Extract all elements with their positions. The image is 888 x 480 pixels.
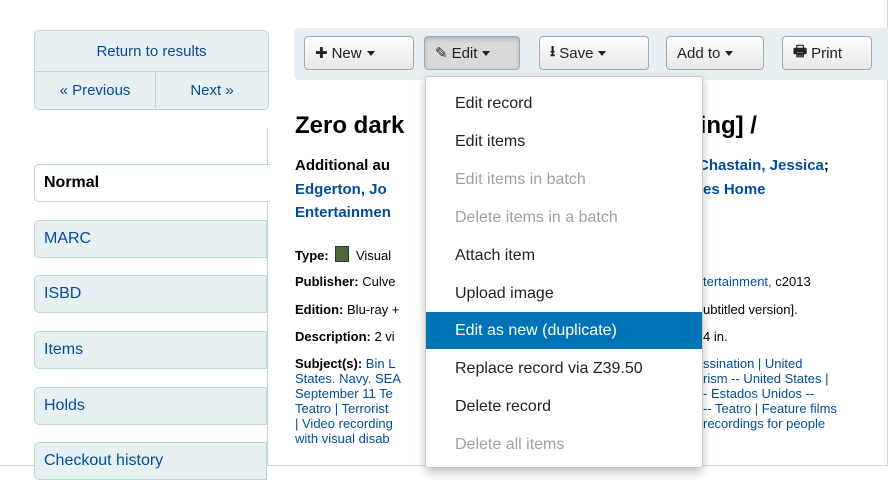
subjects-label: Subject(s): — [295, 356, 363, 371]
edition-row: Edition: Blu-ray + — [295, 302, 399, 317]
menu-item-delete-items-in-batch: Delete items in a batch — [455, 208, 618, 226]
add-to-button-label: Add to — [677, 44, 721, 62]
edition-tail: ubtitled version]. — [703, 302, 798, 317]
tab-holds[interactable]: Holds — [34, 387, 267, 425]
add-to-button[interactable]: Add to — [666, 36, 764, 70]
edit-dropdown-menu: Edit record Edit items Edit items in bat… — [425, 76, 703, 468]
chevron-down-icon — [598, 50, 607, 56]
tab-normal[interactable]: Normal — [34, 164, 270, 202]
subject-link[interactable]: Bin L — [366, 356, 396, 371]
publisher-link-entertainment[interactable]: Entertainmen — [295, 204, 391, 221]
subjects-row-1: Subject(s): Bin L — [295, 356, 395, 371]
publisher-row: Publisher: Culve — [295, 274, 395, 289]
record-toolbar: ✚ New ✎ Edit ⭳ Save Add to 🖶 Print — [294, 28, 888, 80]
edition-label: Edition: — [295, 302, 344, 317]
subject-link[interactable]: rism -- United States | — [703, 371, 828, 386]
type-value: Visual — [355, 248, 392, 263]
film-icon — [335, 246, 350, 262]
subject-link[interactable]: ssination | United — [703, 356, 803, 371]
results-nav: Return to results « Previous Next » — [34, 30, 269, 110]
publisher-year: c2013 — [775, 274, 811, 289]
subject-link[interactable]: September 11 Te — [295, 386, 393, 401]
publisher-label: Publisher: — [295, 274, 359, 289]
menu-item-edit-as-new[interactable]: Edit as new (duplicate) — [426, 312, 702, 349]
next-link[interactable]: Next » — [156, 72, 268, 108]
description-row: Description: 2 vi — [295, 329, 395, 344]
tab-isbd[interactable]: ISBD — [34, 275, 267, 313]
subject-link[interactable]: - Estados Unidos -- — [703, 386, 814, 401]
author-link-edgerton[interactable]: Edgerton, Jo — [295, 181, 387, 198]
subject-link[interactable]: Teatro | Terrorist — [295, 401, 388, 416]
edit-button[interactable]: ✎ Edit — [424, 36, 520, 70]
chevron-down-icon — [725, 50, 734, 56]
additional-authors-label: Additional au — [295, 157, 390, 174]
menu-item-edit-items-in-batch: Edit items in batch — [455, 170, 586, 188]
menu-item-edit-items[interactable]: Edit items — [426, 123, 702, 160]
menu-item-delete-record[interactable]: Delete record — [426, 388, 702, 425]
type-row: Type: Visual — [295, 246, 391, 263]
author-link-chastain[interactable]: Chastain, Jessica — [698, 157, 824, 174]
print-button-label: Print — [811, 44, 843, 62]
print-button[interactable]: 🖶 Print — [782, 36, 872, 70]
author-line: Chastain, Jessica; — [698, 157, 829, 174]
subject-link[interactable]: recordings for people — [703, 416, 825, 431]
menu-item-delete-all-items: Delete all items — [455, 435, 565, 453]
description-value: 2 vi — [374, 329, 395, 344]
tab-checkout-history[interactable]: Checkout history — [34, 442, 267, 480]
chevron-down-icon — [482, 50, 491, 56]
save-button[interactable]: ⭳ Save — [539, 36, 649, 70]
save-button-label: Save — [559, 44, 594, 62]
menu-item-upload-image[interactable]: Upload image — [426, 275, 702, 312]
subject-link[interactable]: States. Navy. SEA — [295, 371, 401, 386]
menu-item-edit-record[interactable]: Edit record — [426, 85, 702, 122]
chevron-down-icon — [366, 50, 375, 56]
plus-icon: ✚ — [315, 45, 328, 62]
tab-marc[interactable]: MARC — [34, 220, 267, 258]
type-label: Type: — [295, 248, 329, 263]
publisher-tail: tertainment, c2013 — [703, 274, 811, 289]
new-button[interactable]: ✚ New — [304, 36, 414, 70]
record-title-left: Zero dark — [295, 112, 405, 139]
menu-item-replace-record-z3950[interactable]: Replace record via Z39.50 — [426, 350, 702, 387]
publisher-value: Culve — [362, 274, 396, 289]
new-button-label: New — [331, 44, 362, 62]
menu-item-attach-item[interactable]: Attach item — [426, 237, 702, 274]
return-to-results-link[interactable]: Return to results — [35, 31, 268, 72]
previous-link[interactable]: « Previous — [35, 72, 156, 108]
tab-items[interactable]: Items — [34, 331, 267, 369]
printer-icon: 🖶 — [793, 42, 808, 60]
subject-link[interactable]: | Video recording — [295, 416, 393, 431]
download-icon: ⭳ — [550, 42, 556, 60]
pencil-icon: ✎ — [435, 45, 448, 62]
author-separator: ; — [823, 157, 829, 174]
edit-button-label: Edit — [451, 44, 478, 62]
description-label: Description: — [295, 329, 371, 344]
publisher-tail-link[interactable]: tertainment, — [703, 274, 772, 289]
subject-link[interactable]: with visual disab — [295, 431, 390, 446]
subject-link[interactable]: -- Teatro | Feature films — [703, 401, 837, 416]
description-tail: 4 in. — [703, 329, 728, 344]
edition-value: Blu-ray + — [347, 302, 400, 317]
publisher-link-home[interactable]: es Home — [703, 181, 766, 198]
